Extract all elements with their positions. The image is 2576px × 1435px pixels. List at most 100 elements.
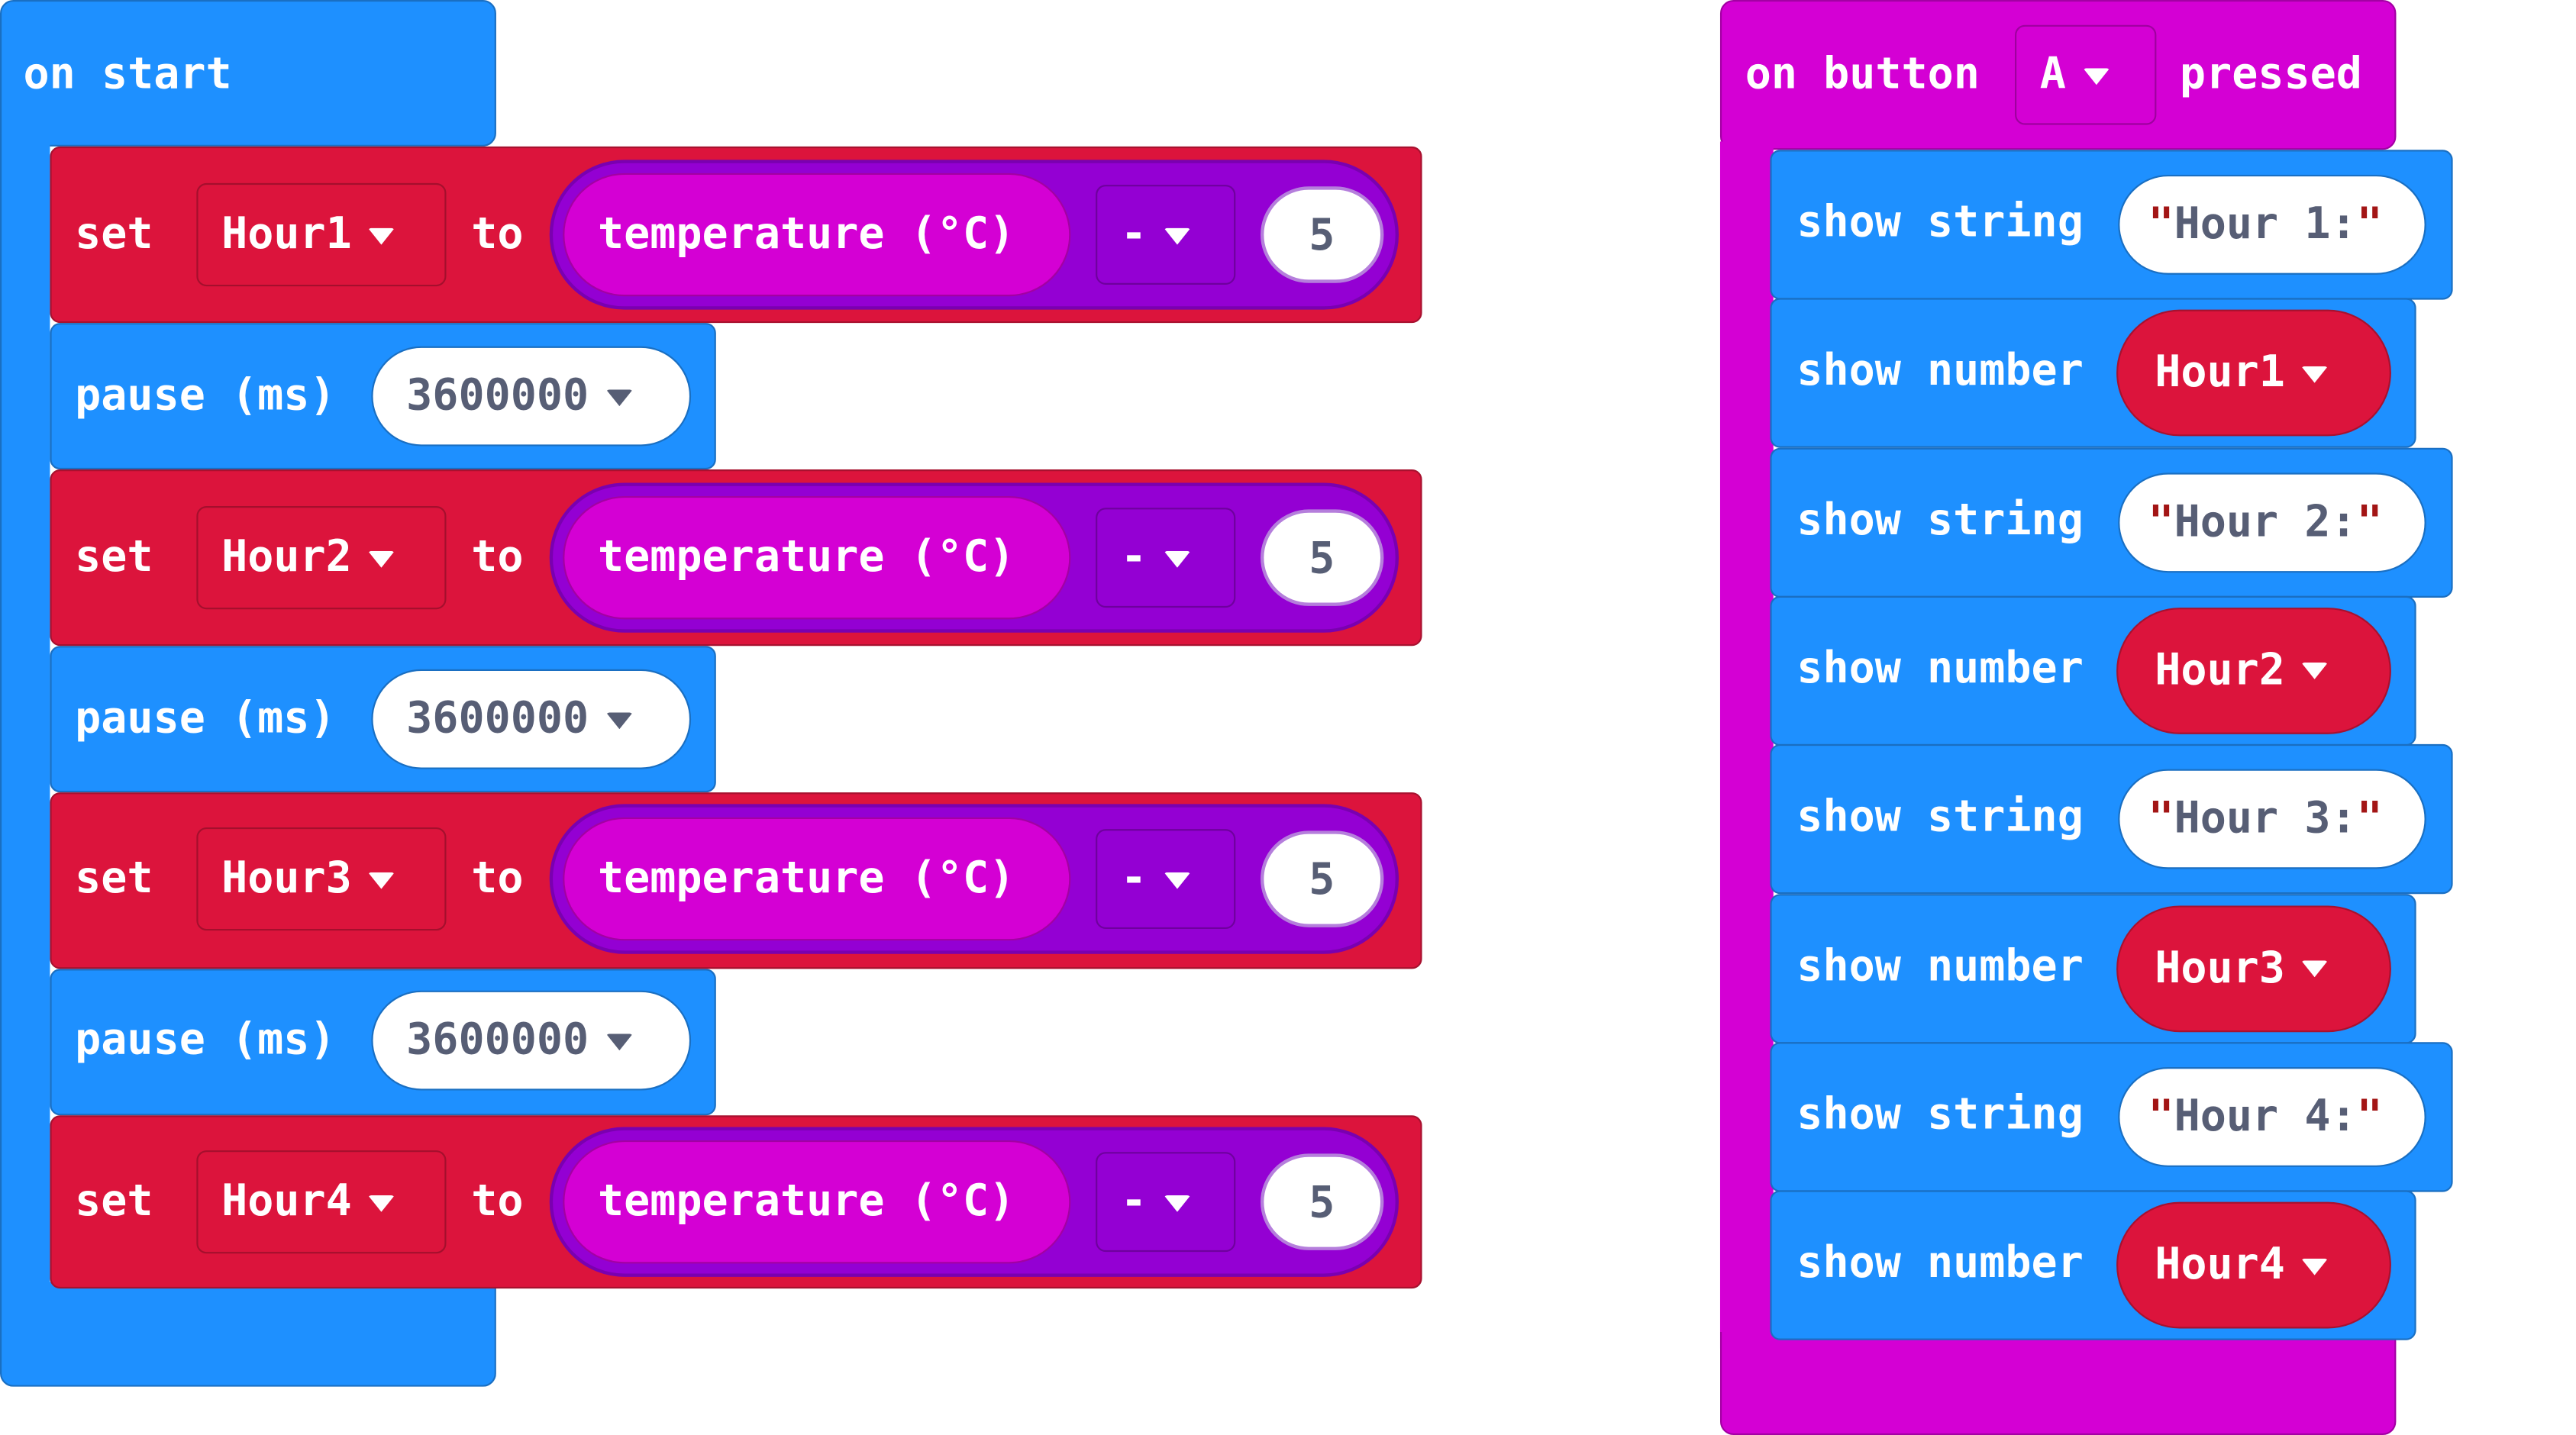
temperature-block[interactable]: temperature (°C): [563, 495, 1071, 620]
variable-dropdown[interactable]: Hour2: [196, 506, 447, 610]
show-string-label: show string: [1796, 792, 2084, 843]
quote-close: ": [2356, 794, 2383, 845]
operator-dropdown[interactable]: -: [1096, 829, 1236, 929]
chevron-down-icon: [1163, 871, 1190, 888]
string-input[interactable]: "Hour 4:": [2118, 1066, 2426, 1167]
to-label: to: [471, 209, 524, 260]
temperature-label: temperature (°C): [597, 532, 1015, 583]
on-button-label: on button: [1745, 50, 1980, 100]
chevron-down-icon: [605, 711, 632, 729]
variable-reporter[interactable]: Hour3: [2116, 905, 2391, 1032]
variable-name: Hour2: [221, 532, 352, 583]
set-label: set: [75, 209, 153, 260]
chevron-down-icon: [2301, 960, 2329, 978]
chevron-down-icon: [1163, 227, 1190, 244]
chevron-down-icon: [2301, 1257, 2329, 1275]
variable-name: Hour1: [2155, 348, 2285, 398]
temperature-label: temperature (°C): [597, 209, 1015, 260]
variable-dropdown[interactable]: Hour1: [196, 182, 447, 287]
to-label: to: [471, 532, 524, 583]
set-label: set: [75, 1176, 153, 1227]
quote-close: ": [2356, 199, 2383, 250]
on-button-spine: [1719, 141, 1774, 1349]
pause-value-input[interactable]: 3600000: [371, 990, 692, 1091]
on-start-spine: [0, 133, 50, 1315]
on-button-footer: [1719, 1331, 2397, 1435]
string-input[interactable]: "Hour 2:": [2118, 472, 2426, 572]
operand-input[interactable]: 5: [1261, 186, 1384, 283]
pause-label: pause (ms): [75, 694, 336, 744]
button-dropdown[interactable]: A: [2015, 24, 2157, 125]
variable-name: Hour3: [221, 853, 352, 905]
operand-input[interactable]: 5: [1261, 509, 1384, 606]
variable-name: Hour1: [221, 209, 352, 260]
variable-reporter[interactable]: Hour2: [2116, 607, 2391, 734]
operand-input[interactable]: 5: [1261, 1153, 1384, 1250]
string-input[interactable]: "Hour 3:": [2118, 769, 2426, 869]
string-value: Hour 3:: [2174, 794, 2357, 845]
chevron-down-icon: [1163, 550, 1190, 567]
workspace: on start set Hour1 to temperature (°C) -…: [0, 0, 2576, 1435]
string-value: Hour 2:: [2174, 497, 2357, 547]
pause-value: 3600000: [406, 694, 589, 744]
pause-value-input[interactable]: 3600000: [371, 346, 692, 447]
temperature-block[interactable]: temperature (°C): [563, 173, 1071, 297]
show-number-label: show number: [1796, 1238, 2084, 1289]
quote-open: ": [2148, 1092, 2174, 1142]
chevron-down-icon: [605, 1033, 632, 1050]
quote-open: ": [2148, 199, 2174, 250]
pause-label: pause (ms): [75, 371, 336, 421]
on-start-label: on start: [23, 50, 232, 100]
chevron-down-icon: [368, 550, 395, 567]
operator-dropdown[interactable]: -: [1096, 1152, 1236, 1253]
show-string-label: show string: [1796, 495, 2084, 546]
temperature-block[interactable]: temperature (°C): [563, 1140, 1071, 1264]
operand-value: 5: [1309, 1179, 1335, 1229]
variable-reporter[interactable]: Hour1: [2116, 310, 2391, 437]
operand-input[interactable]: 5: [1261, 830, 1384, 927]
pressed-label: pressed: [2179, 50, 2362, 100]
operator-value: -: [1120, 532, 1147, 583]
operand-value: 5: [1309, 211, 1335, 262]
variable-name: Hour2: [2155, 645, 2285, 696]
variable-name: Hour4: [2155, 1240, 2285, 1291]
quote-close: ": [2356, 1092, 2383, 1142]
on-start-footer: [0, 1282, 496, 1387]
operator-value: -: [1120, 209, 1147, 260]
operator-dropdown[interactable]: -: [1096, 185, 1236, 285]
show-string-label: show string: [1796, 1090, 2084, 1140]
temperature-label: temperature (°C): [597, 1176, 1015, 1227]
temperature-block[interactable]: temperature (°C): [563, 817, 1071, 941]
set-label: set: [75, 853, 153, 905]
pause-value: 3600000: [406, 1015, 589, 1066]
chevron-down-icon: [1163, 1194, 1190, 1211]
variable-dropdown[interactable]: Hour3: [196, 827, 447, 931]
variable-reporter[interactable]: Hour4: [2116, 1201, 2391, 1329]
chevron-down-icon: [2082, 67, 2110, 85]
operand-value: 5: [1309, 856, 1335, 906]
pause-value-input[interactable]: 3600000: [371, 669, 692, 769]
chevron-down-icon: [2301, 366, 2329, 383]
button-value: A: [2039, 50, 2066, 100]
operator-value: -: [1120, 853, 1147, 905]
chevron-down-icon: [605, 389, 632, 406]
string-value: Hour 1:: [2174, 199, 2357, 250]
quote-open: ": [2148, 794, 2174, 845]
to-label: to: [471, 1176, 524, 1227]
chevron-down-icon: [2301, 663, 2329, 680]
chevron-down-icon: [368, 1194, 395, 1211]
pause-label: pause (ms): [75, 1015, 336, 1066]
string-input[interactable]: "Hour 1:": [2118, 175, 2426, 275]
operand-value: 5: [1309, 534, 1335, 585]
to-label: to: [471, 853, 524, 905]
quote-close: ": [2356, 497, 2383, 547]
operator-value: -: [1120, 1176, 1147, 1227]
temperature-label: temperature (°C): [597, 853, 1015, 905]
chevron-down-icon: [368, 871, 395, 888]
variable-name: Hour4: [221, 1176, 352, 1227]
set-label: set: [75, 532, 153, 583]
show-number-label: show number: [1796, 941, 2084, 992]
string-value: Hour 4:: [2174, 1092, 2357, 1142]
variable-dropdown[interactable]: Hour4: [196, 1150, 447, 1254]
operator-dropdown[interactable]: -: [1096, 508, 1236, 608]
